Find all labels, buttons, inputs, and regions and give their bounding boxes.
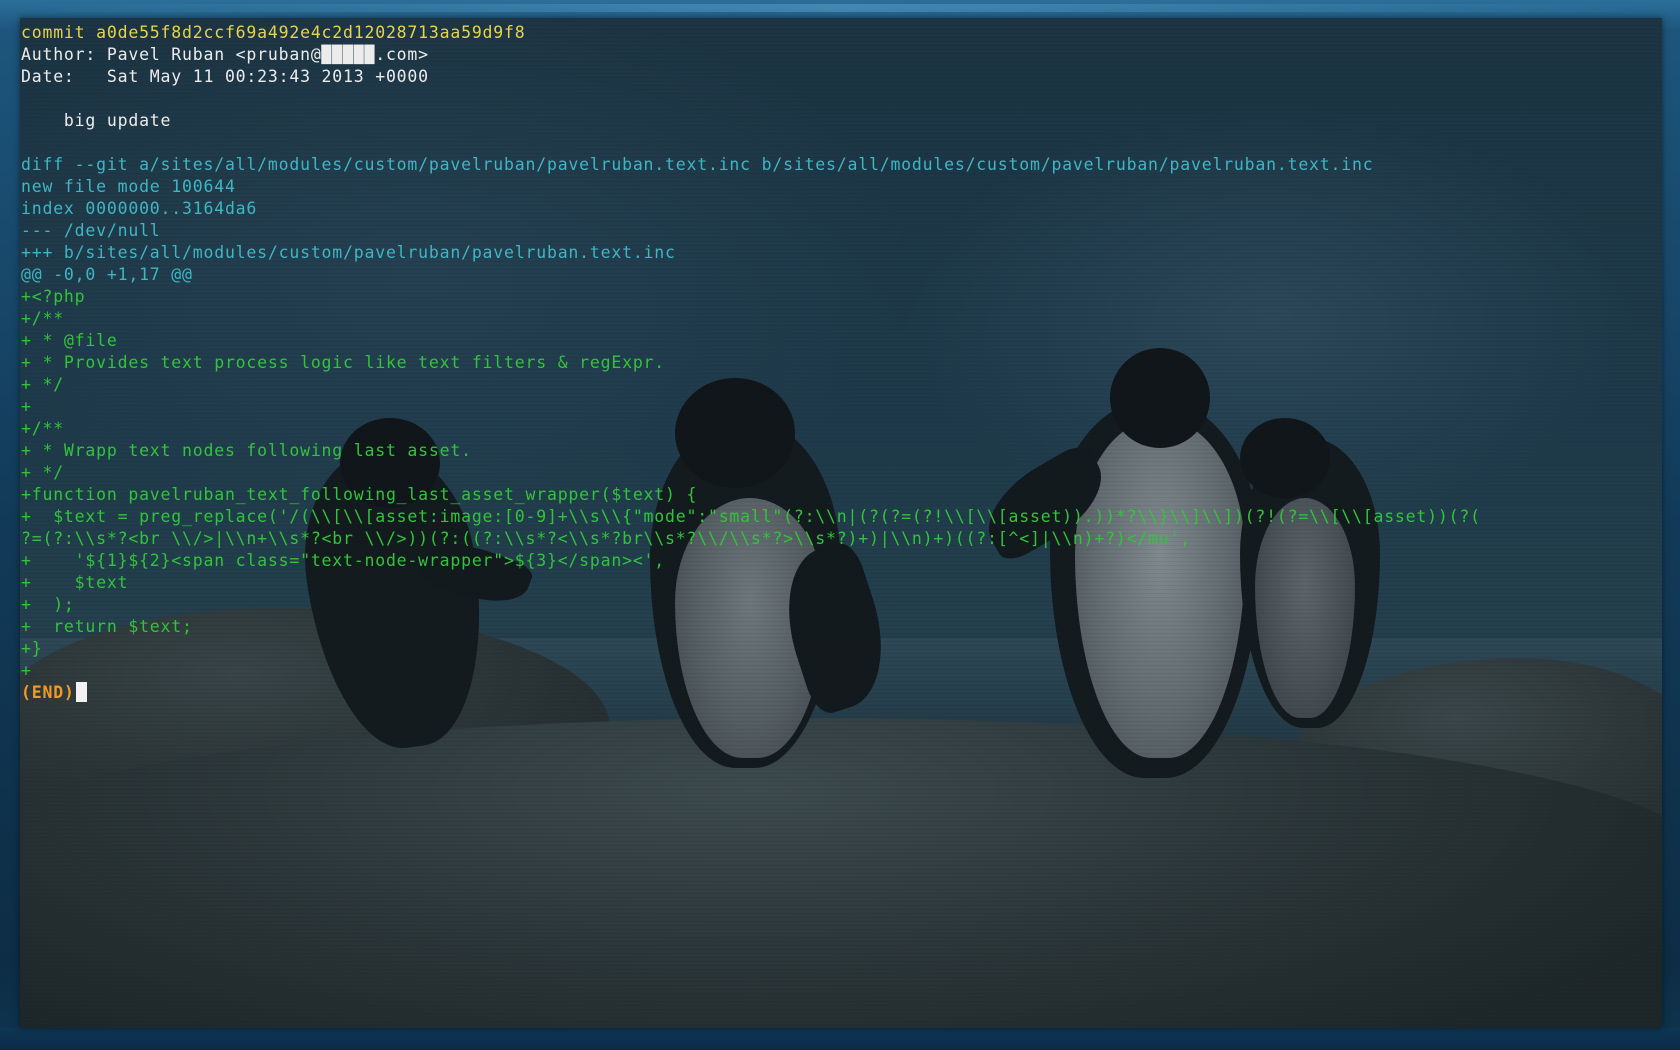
terminal-line: + */: [21, 375, 64, 394]
terminal-line: + );: [21, 595, 75, 614]
terminal-line: big update: [21, 111, 172, 130]
terminal-line: --- /dev/null: [21, 221, 161, 240]
terminal-line: + * @file: [21, 331, 118, 350]
terminal-line: +: [21, 397, 32, 416]
terminal-line: +}: [21, 639, 43, 658]
terminal-line: +/**: [21, 309, 64, 328]
terminal-line: + $text: [21, 573, 129, 592]
wallpaper-highlight: [0, 4, 1680, 12]
terminal-line: +<?php: [21, 287, 86, 306]
terminal-line: new file mode 100644: [21, 177, 236, 196]
terminal-line: + * Wrapp text nodes following last asse…: [21, 441, 472, 460]
terminal-line: Date: Sat May 11 00:23:43 2013 +0000: [21, 67, 429, 86]
pager-end-marker: (END): [21, 683, 75, 702]
terminal-window[interactable]: commit a0de55f8d2ccf69a492e4c2d12028713a…: [20, 18, 1662, 1028]
desktop-bottom-strip: [0, 1028, 1680, 1050]
terminal-line: + '${1}${2}<span class="text-node-wrappe…: [21, 551, 666, 570]
pager-prompt-line: (END): [21, 682, 1481, 704]
terminal-line: @@ -0,0 +1,17 @@: [21, 265, 193, 284]
terminal-line: + */: [21, 463, 64, 482]
terminal-line: commit a0de55f8d2ccf69a492e4c2d12028713a…: [21, 23, 526, 42]
text-cursor: [75, 682, 87, 702]
terminal-line: + $text = preg_replace('/(\\[\\[asset:im…: [21, 507, 1481, 526]
terminal-line: diff --git a/sites/all/modules/custom/pa…: [21, 155, 1374, 174]
terminal-line: Author: Pavel Ruban <pruban@█████.com>: [21, 45, 429, 64]
terminal-line: index 0000000..3164da6: [21, 199, 258, 218]
terminal-line: +function pavelruban_text_following_last…: [21, 485, 698, 504]
terminal-line: +: [21, 661, 32, 680]
terminal-line: ?=(?:\\s*?<br \\/>|\\n+\\s*?<br \\/>))(?…: [21, 529, 1191, 548]
terminal-line: +/**: [21, 419, 64, 438]
terminal-output[interactable]: commit a0de55f8d2ccf69a492e4c2d12028713a…: [21, 22, 1481, 704]
terminal-line: + * Provides text process logic like tex…: [21, 353, 666, 372]
terminal-line: +++ b/sites/all/modules/custom/pavelruba…: [21, 243, 676, 262]
terminal-line: + return $text;: [21, 617, 193, 636]
